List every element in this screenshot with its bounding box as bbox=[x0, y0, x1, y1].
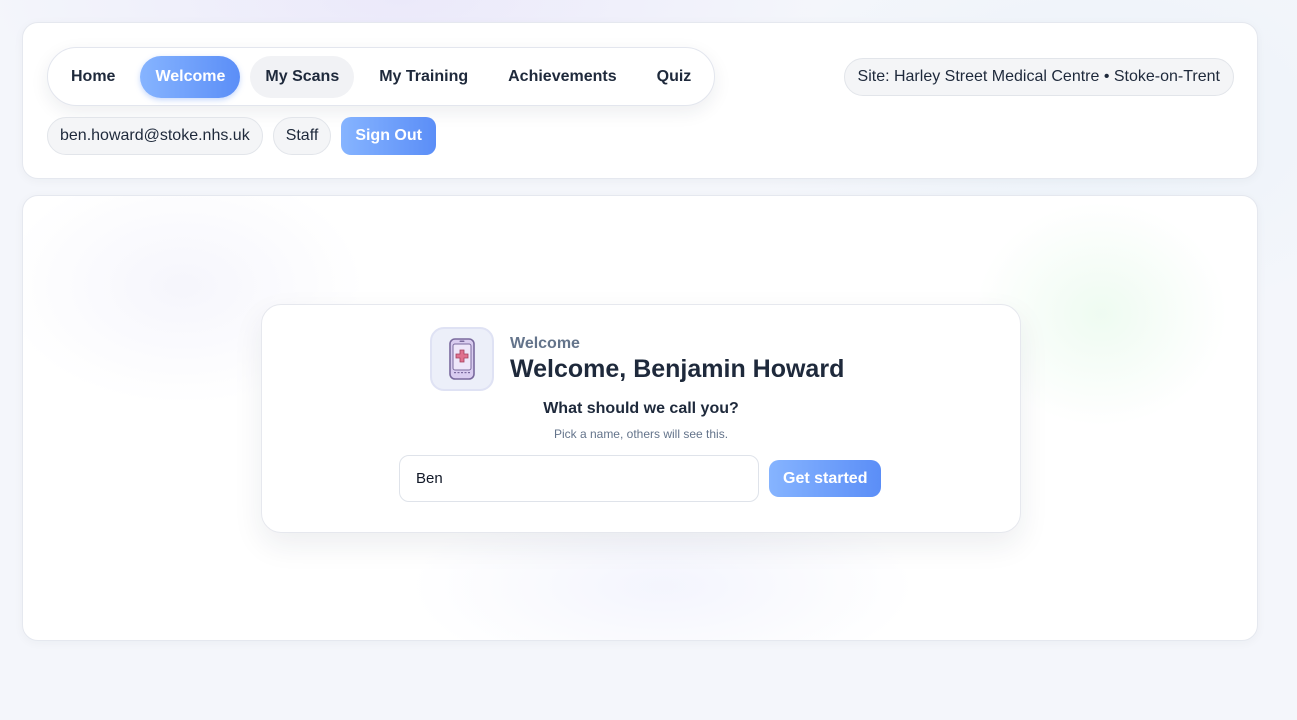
user-email-chip: ben.howard@stoke.nhs.uk bbox=[47, 117, 263, 155]
nav-my-training[interactable]: My Training bbox=[364, 56, 483, 98]
site-badge: Site: Harley Street Medical Centre • Sto… bbox=[843, 58, 1234, 96]
name-question: What should we call you? bbox=[543, 400, 739, 417]
name-hint: Pick a name, others will see this. bbox=[553, 427, 729, 441]
nav-quiz[interactable]: Quiz bbox=[642, 56, 707, 98]
display-name-input[interactable] bbox=[399, 455, 759, 502]
welcome-card: Welcome Welcome, Benjamin Howard What sh… bbox=[261, 304, 1021, 533]
user-bar: ben.howard@stoke.nhs.uk Staff Sign Out bbox=[47, 117, 436, 155]
main-panel: Welcome Welcome, Benjamin Howard What sh… bbox=[22, 195, 1258, 641]
get-started-button[interactable]: Get started bbox=[769, 460, 882, 497]
nav-welcome[interactable]: Welcome bbox=[140, 55, 241, 98]
welcome-hero: Welcome Welcome, Benjamin Howard bbox=[430, 327, 844, 391]
main-nav: Home Welcome My Scans My Training Achiev… bbox=[47, 47, 716, 106]
welcome-heading-group: Welcome Welcome, Benjamin Howard bbox=[510, 334, 844, 384]
welcome-eyebrow: Welcome bbox=[510, 335, 580, 352]
phone-medical-icon bbox=[430, 327, 494, 391]
sign-out-button[interactable]: Sign Out bbox=[341, 117, 436, 155]
top-header: Home Welcome My Scans My Training Achiev… bbox=[22, 22, 1258, 179]
nav-achievements[interactable]: Achievements bbox=[493, 56, 632, 98]
nav-my-scans[interactable]: My Scans bbox=[250, 55, 355, 98]
nav-home[interactable]: Home bbox=[56, 56, 130, 98]
user-role-chip: Staff bbox=[272, 117, 332, 155]
name-form: Get started bbox=[399, 455, 882, 502]
welcome-title: Welcome, Benjamin Howard bbox=[510, 355, 845, 383]
